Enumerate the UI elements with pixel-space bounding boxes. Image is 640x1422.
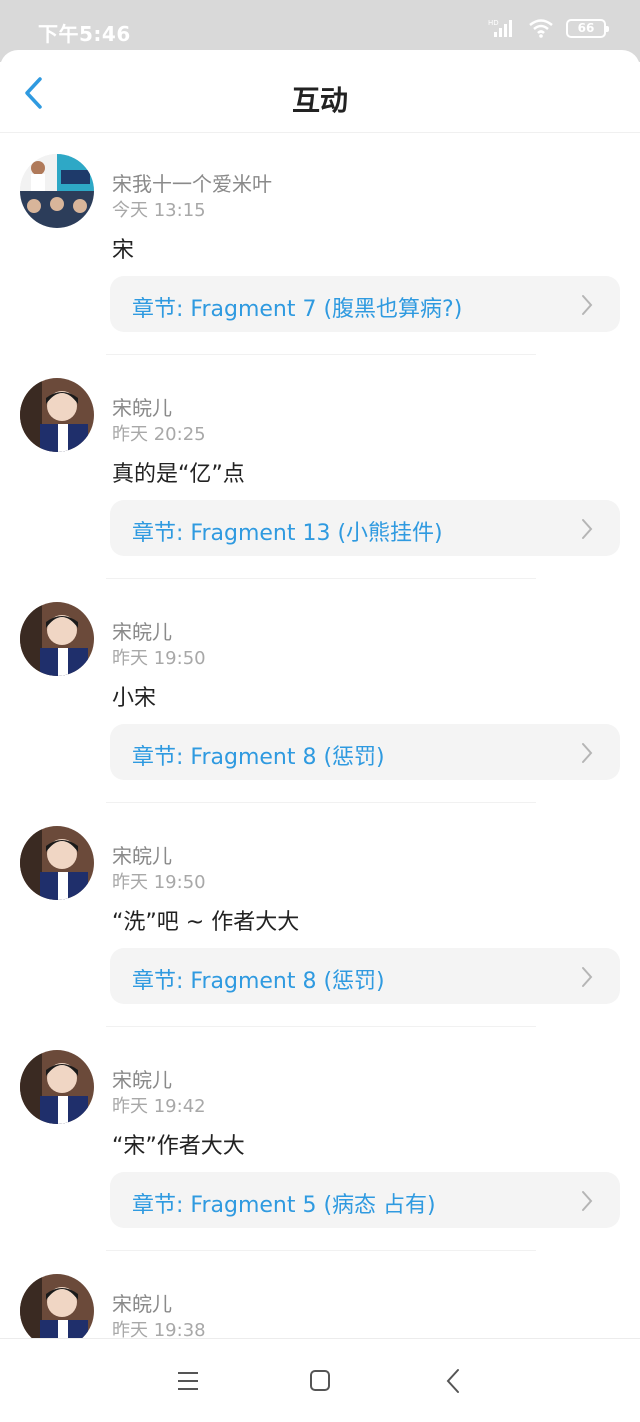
- chapter-label: 章节: Fragment 8 (惩罚): [132, 745, 385, 770]
- chevron-right-icon: [582, 1191, 593, 1211]
- home-icon[interactable]: [300, 1365, 340, 1397]
- chapter-link[interactable]: 章节: Fragment 5 (病态 占有): [110, 1172, 620, 1228]
- timestamp: 昨天 19:50: [112, 648, 206, 669]
- username[interactable]: 宋我十一个爱米叶: [112, 168, 272, 197]
- comment-text: 真的是“亿”点: [112, 462, 245, 487]
- avatar[interactable]: [20, 1050, 94, 1124]
- divider: [106, 578, 536, 579]
- menu-icon[interactable]: [168, 1365, 208, 1397]
- battery-icon: 66: [566, 18, 609, 38]
- chapter-link[interactable]: 章节: Fragment 13 (小熊挂件): [110, 500, 620, 556]
- username[interactable]: 宋皖儿: [112, 1064, 172, 1093]
- chevron-right-icon: [582, 743, 593, 763]
- divider: [106, 1026, 536, 1027]
- timestamp: 昨天 20:25: [112, 424, 206, 445]
- system-nav-bar: [0, 1338, 640, 1422]
- chapter-label: 章节: Fragment 7 (腹黑也算病?): [132, 297, 463, 322]
- timestamp: 昨天 19:42: [112, 1096, 206, 1117]
- avatar[interactable]: [20, 826, 94, 900]
- comment-text: “洗”吧 ~ 作者大大: [112, 910, 300, 935]
- chapter-link[interactable]: 章节: Fragment 7 (腹黑也算病?): [110, 276, 620, 332]
- comment-item: 宋皖儿 昨天 19:50 “洗”吧 ~ 作者大大 章节: Fragment 8 …: [0, 804, 640, 1028]
- chapter-link[interactable]: 章节: Fragment 8 (惩罚): [110, 948, 620, 1004]
- chapter-label: 章节: Fragment 13 (小熊挂件): [132, 521, 443, 546]
- avatar[interactable]: [20, 602, 94, 676]
- avatar[interactable]: [20, 1274, 94, 1348]
- chapter-link[interactable]: 章节: Fragment 8 (惩罚): [110, 724, 620, 780]
- comment-list[interactable]: 宋我十一个爱米叶 今天 13:15 宋 章节: Fragment 7 (腹黑也算…: [0, 132, 640, 1422]
- chapter-label: 章节: Fragment 8 (惩罚): [132, 969, 385, 994]
- username[interactable]: 宋皖儿: [112, 392, 172, 421]
- comment-item: 宋皖儿 昨天 19:50 小宋 章节: Fragment 8 (惩罚): [0, 580, 640, 804]
- back-nav-icon[interactable]: [434, 1365, 474, 1397]
- username[interactable]: 宋皖儿: [112, 840, 172, 869]
- comment-item: 宋皖儿 昨天 19:42 “宋”作者大大 章节: Fragment 5 (病态 …: [0, 1028, 640, 1252]
- signal-icon: HD: [488, 19, 512, 37]
- header: 互动: [0, 50, 640, 132]
- status-icons: HD 66: [488, 18, 609, 38]
- chapter-label: 章节: Fragment 5 (病态 占有): [132, 1193, 436, 1218]
- comment-item: 宋我十一个爱米叶 今天 13:15 宋 章节: Fragment 7 (腹黑也算…: [0, 132, 640, 356]
- wifi-icon: [529, 19, 553, 38]
- page-title: 互动: [291, 84, 348, 117]
- comment-text: 小宋: [112, 686, 157, 711]
- timestamp: 今天 13:15: [112, 200, 206, 221]
- comment-text: “宋”作者大大: [112, 1134, 245, 1159]
- svg-text:HD: HD: [488, 19, 499, 27]
- battery-level: 66: [577, 20, 595, 35]
- timestamp: 昨天 19:50: [112, 872, 206, 893]
- chevron-right-icon: [582, 967, 593, 987]
- chevron-right-icon: [582, 519, 593, 539]
- chevron-right-icon: [582, 295, 593, 315]
- username[interactable]: 宋皖儿: [112, 616, 172, 645]
- divider: [106, 802, 536, 803]
- comment-item: 宋皖儿 昨天 20:25 真的是“亿”点 章节: Fragment 13 (小熊…: [0, 356, 640, 580]
- status-time: 下午5:46: [38, 22, 131, 46]
- avatar[interactable]: [20, 154, 94, 228]
- divider: [106, 1250, 536, 1251]
- username[interactable]: 宋皖儿: [112, 1288, 172, 1317]
- comment-text: 宋: [112, 238, 135, 263]
- avatar[interactable]: [20, 378, 94, 452]
- divider: [106, 354, 536, 355]
